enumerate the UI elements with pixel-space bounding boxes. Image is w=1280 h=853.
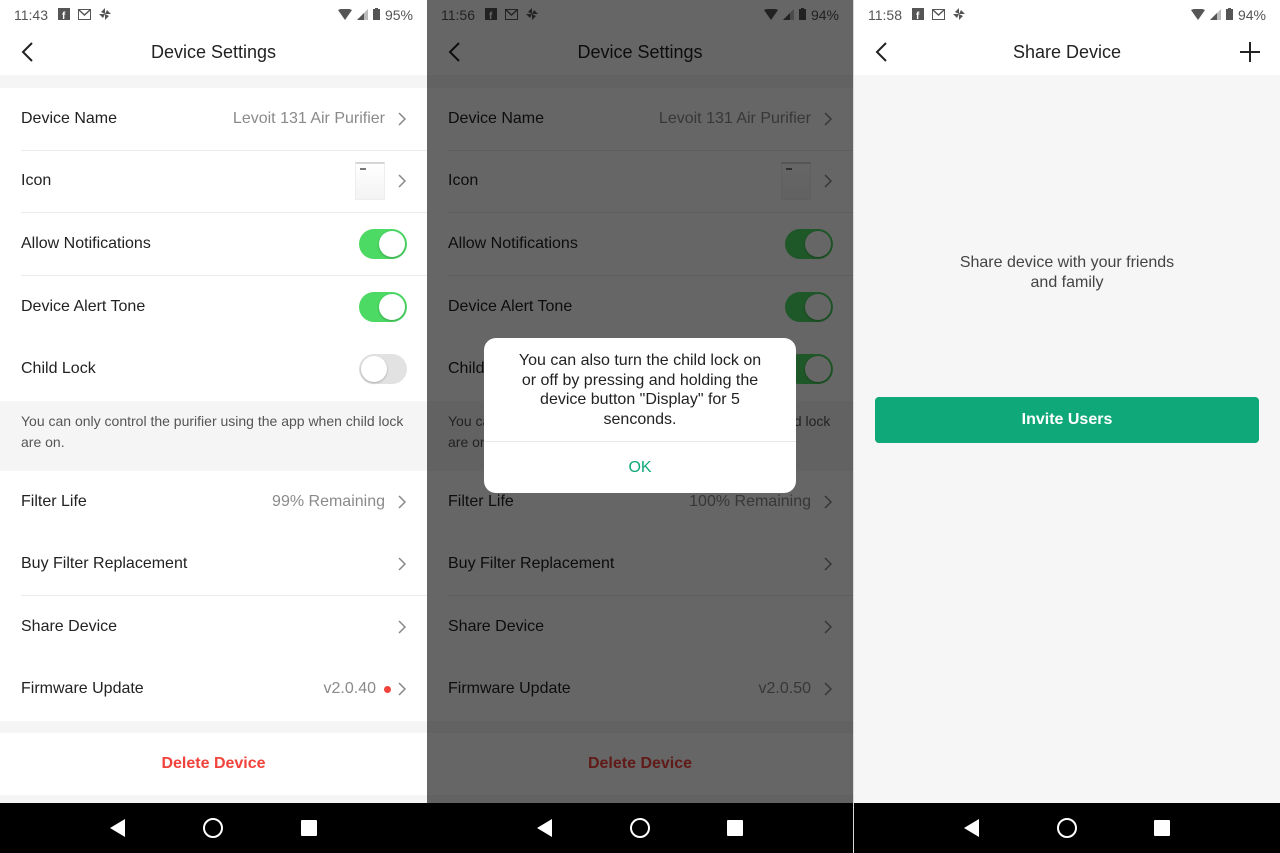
battery-icon bbox=[1225, 7, 1233, 23]
child-lock-dialog: You can also turn the child lock on or o… bbox=[484, 338, 796, 493]
settings-content: Device Name Levoit 131 Air Purifier Icon… bbox=[0, 75, 427, 803]
device-name-value: Levoit 131 Air Purifier bbox=[232, 109, 385, 127]
filter-life-value: 99% Remaining bbox=[272, 492, 385, 510]
device-settings-screen: 11:43 f 95% Device Settings Device Name … bbox=[0, 0, 427, 853]
alert-tone-label: Device Alert Tone bbox=[21, 297, 146, 315]
wifi-icon bbox=[337, 7, 352, 23]
chevron-right-icon bbox=[398, 174, 407, 188]
nav-recents-button[interactable] bbox=[297, 816, 321, 840]
back-button[interactable] bbox=[872, 40, 892, 64]
nav-back-icon bbox=[109, 819, 125, 837]
chevron-left-icon bbox=[875, 42, 887, 62]
delete-group: Delete Device bbox=[0, 733, 427, 795]
share-description: Share device with your friends and famil… bbox=[854, 253, 1280, 293]
row-filter-life[interactable]: Filter Life 99% Remaining bbox=[21, 471, 427, 534]
icon-label: Icon bbox=[21, 172, 52, 190]
firmware-version: v2.0.40 bbox=[323, 680, 376, 698]
child-lock-label: Child Lock bbox=[21, 360, 96, 378]
nav-recents-icon bbox=[727, 820, 744, 836]
row-icon[interactable]: Icon bbox=[21, 151, 427, 213]
invite-users-button[interactable]: Invite Users bbox=[875, 397, 1259, 443]
pinwheel-icon bbox=[99, 7, 111, 23]
cell-signal-icon bbox=[356, 7, 368, 23]
nav-recents-button[interactable] bbox=[723, 816, 747, 840]
child-lock-hint: You can only control the purifier using … bbox=[0, 400, 427, 471]
device-name-label: Device Name bbox=[21, 109, 118, 127]
status-bar: 11:58 f 94% bbox=[854, 0, 1280, 30]
page-title: Device Settings bbox=[150, 42, 277, 62]
dialog-message: You can also turn the child lock on or o… bbox=[484, 338, 796, 442]
settings-group-secondary: Filter Life 99% Remaining Buy Filter Rep… bbox=[0, 470, 427, 721]
battery-icon bbox=[372, 7, 380, 23]
dialog-ok-button[interactable]: OK bbox=[484, 442, 796, 493]
chevron-left-icon bbox=[21, 42, 33, 62]
nav-home-icon bbox=[1056, 818, 1077, 838]
allow-notifications-label: Allow Notifications bbox=[21, 234, 151, 252]
pinwheel-icon bbox=[953, 7, 965, 23]
device-settings-dialog-screen: 11:56 f 94% Device Settings Device Name … bbox=[427, 0, 853, 853]
row-share-device[interactable]: Share Device bbox=[21, 596, 427, 659]
nav-back-button[interactable] bbox=[533, 816, 557, 840]
facebook-icon: f bbox=[58, 7, 70, 23]
share-content: Share device with your friends and famil… bbox=[854, 75, 1280, 803]
add-user-button[interactable] bbox=[1238, 40, 1262, 64]
nav-back-button[interactable] bbox=[106, 816, 130, 840]
row-alert-tone: Device Alert Tone bbox=[21, 276, 427, 339]
nav-back-button[interactable] bbox=[960, 816, 984, 840]
status-time: 11:43 bbox=[14, 7, 48, 23]
nav-home-button[interactable] bbox=[628, 816, 652, 840]
chevron-right-icon bbox=[398, 112, 407, 126]
android-nav-bar bbox=[854, 803, 1280, 853]
battery-percent: 95% bbox=[384, 7, 413, 23]
chevron-right-icon bbox=[398, 682, 407, 696]
nav-home-button[interactable] bbox=[1055, 816, 1079, 840]
row-buy-filter[interactable]: Buy Filter Replacement bbox=[21, 533, 427, 596]
share-device-label: Share Device bbox=[21, 617, 118, 635]
chevron-right-icon bbox=[398, 620, 407, 634]
plus-icon bbox=[1240, 42, 1260, 62]
row-device-name[interactable]: Device Name Levoit 131 Air Purifier bbox=[21, 88, 427, 151]
gmail-icon bbox=[78, 7, 91, 23]
page-title: Share Device bbox=[1012, 42, 1122, 62]
battery-percent: 94% bbox=[1237, 7, 1266, 23]
row-child-lock: Child Lock bbox=[21, 338, 427, 401]
nav-recents-icon bbox=[301, 820, 318, 836]
nav-home-icon bbox=[203, 818, 224, 838]
share-description-text: Share device with your friends and famil… bbox=[959, 254, 1175, 291]
allow-notifications-toggle[interactable] bbox=[359, 228, 407, 259]
gmail-icon bbox=[932, 7, 945, 23]
app-header: Device Settings bbox=[0, 30, 427, 75]
update-badge bbox=[384, 685, 391, 693]
status-time: 11:58 bbox=[868, 7, 902, 23]
android-nav-bar bbox=[427, 803, 853, 853]
share-device-screen: 11:58 f 94% Share Device Share device wi… bbox=[853, 0, 1280, 853]
app-header: Share Device bbox=[854, 30, 1280, 75]
nav-recents-icon bbox=[1154, 820, 1171, 836]
row-firmware-update[interactable]: Firmware Update v2.0.40 bbox=[21, 658, 427, 721]
wifi-icon bbox=[1190, 7, 1205, 23]
nav-recents-button[interactable] bbox=[1150, 816, 1174, 840]
firmware-label: Firmware Update bbox=[21, 680, 144, 698]
delete-device-button[interactable]: Delete Device bbox=[161, 755, 265, 773]
settings-group-main: Device Name Levoit 131 Air Purifier Icon… bbox=[0, 88, 427, 401]
chevron-right-icon bbox=[398, 495, 407, 509]
buy-filter-label: Buy Filter Replacement bbox=[21, 554, 188, 572]
filter-life-label: Filter Life bbox=[21, 492, 87, 510]
child-lock-toggle[interactable] bbox=[359, 354, 407, 385]
facebook-icon: f bbox=[912, 7, 924, 23]
cell-signal-icon bbox=[1209, 7, 1221, 23]
nav-home-icon bbox=[629, 818, 650, 838]
status-bar: 11:43 f 95% bbox=[0, 0, 427, 30]
nav-back-icon bbox=[536, 819, 552, 837]
alert-tone-toggle[interactable] bbox=[359, 291, 407, 322]
back-button[interactable] bbox=[18, 40, 38, 64]
row-allow-notifications: Allow Notifications bbox=[21, 213, 427, 276]
device-thumbnail bbox=[355, 162, 385, 201]
nav-back-icon bbox=[963, 819, 979, 837]
android-nav-bar bbox=[0, 803, 427, 853]
nav-home-button[interactable] bbox=[201, 816, 225, 840]
chevron-right-icon bbox=[398, 557, 407, 571]
